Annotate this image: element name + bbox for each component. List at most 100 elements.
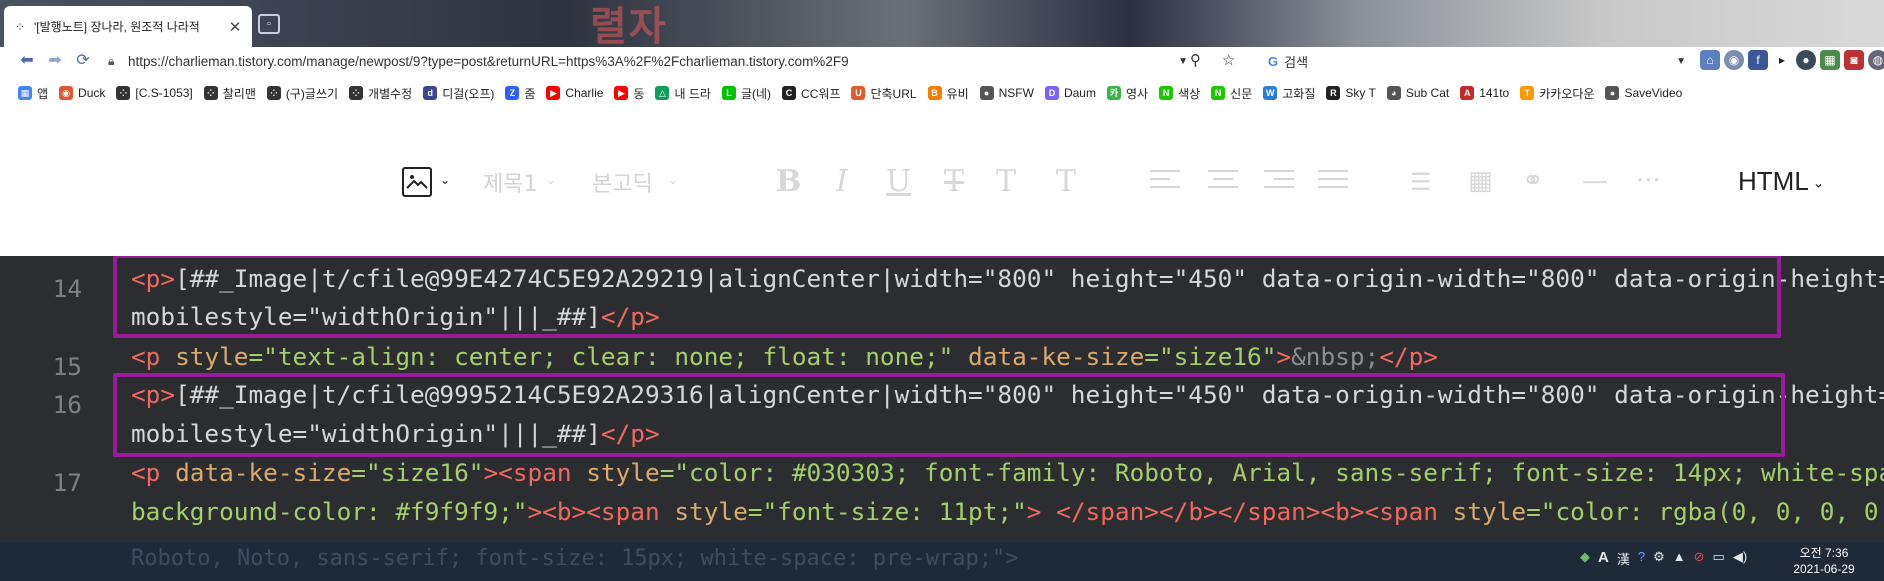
line-number-16: 16 — [52, 390, 82, 419]
background-banner-text: 렬자 — [590, 4, 668, 47]
bookmark-star-icon[interactable]: ☆ — [1222, 51, 1235, 69]
image-icon — [406, 175, 428, 189]
globe-icon[interactable]: ◉ — [1724, 50, 1744, 70]
bookmark-item[interactable]: R Sky T — [1326, 86, 1376, 100]
t-icon: T — [1520, 86, 1535, 100]
camera-ext-icon[interactable]: ◙ — [1844, 50, 1864, 70]
cat-icon: ◕ — [1386, 86, 1401, 100]
html-mode-label: HTML — [1738, 166, 1809, 196]
back-arrow-icon[interactable]: ⬅ — [14, 49, 40, 73]
bookmark-item[interactable]: 카 영사 — [1106, 85, 1149, 102]
active-tab[interactable]: ⁘ '[발행노트] 장나라, 원조적 나라적 ✕ — [4, 6, 252, 47]
insert-image-button[interactable] — [402, 167, 432, 197]
link-icon[interactable]: ⚭ — [1522, 166, 1544, 196]
tab-title: '[발행노트] 장나라, 원조적 나라적 — [34, 20, 200, 34]
bookmark-item[interactable]: d 디걸(오프) — [423, 85, 494, 102]
highlight-box-line-14 — [113, 256, 1781, 338]
bookmark-item[interactable]: ◕ Sub Cat — [1386, 86, 1449, 100]
bookmark-item[interactable]: T 카카오다운 — [1520, 85, 1594, 102]
url-dropdown-icon[interactable]: ▼ — [1178, 56, 1188, 67]
strikethrough-button[interactable]: T — [944, 164, 964, 199]
bookmark-item[interactable]: C CC워프 — [782, 85, 840, 102]
bookmark-item[interactable]: N 색상 — [1159, 85, 1200, 102]
bookmark-item[interactable]: ⁘ 개별수정 — [349, 85, 412, 102]
reload-icon[interactable]: ⟳ — [70, 49, 96, 73]
table-icon[interactable]: ▦ — [1468, 166, 1493, 196]
bookmark-label: 앱 — [37, 86, 49, 101]
system-clock[interactable]: 오전 7:36 2021-06-29 — [1784, 545, 1864, 577]
google-search-icon: G — [1268, 53, 1279, 69]
bookmark-label: 영사 — [1125, 86, 1149, 101]
dots-icon: ⁘ — [349, 86, 364, 100]
bookmark-label: NSFW — [998, 86, 1034, 100]
align-center-icon[interactable] — [1208, 170, 1238, 192]
bold-button[interactable]: B — [776, 164, 801, 199]
bookmark-item[interactable]: ⁘ (구)글쓰기 — [266, 85, 338, 102]
zoom-icon[interactable]: ⚲ — [1190, 51, 1201, 69]
bookmark-item[interactable]: ▶ Charlie — [546, 86, 603, 100]
volume-icon[interactable]: ◀) — [1733, 549, 1747, 568]
search-box[interactable]: G 검색 ▼ — [1268, 49, 1688, 73]
italic-button[interactable]: I — [836, 164, 848, 199]
bookmark-item[interactable]: N 신문 — [1211, 85, 1252, 102]
bookmark-item[interactable]: B 유비 — [927, 85, 969, 102]
grid-ext-icon[interactable]: ▦ — [1820, 50, 1840, 70]
text-color-button[interactable]: T — [996, 164, 1016, 199]
bookmark-item[interactable]: ⁘ [C.S-1053] — [116, 86, 193, 100]
bookmark-item[interactable]: ● SaveVideo — [1605, 86, 1682, 100]
bookmark-item[interactable]: △ 내 드라 — [655, 85, 711, 102]
bookmark-label: Charlie — [565, 86, 604, 100]
align-justify-icon[interactable] — [1318, 170, 1348, 192]
image-dropdown-chevron-icon[interactable]: ⌄ — [440, 173, 450, 187]
shield-icon[interactable]: ◆ — [1580, 549, 1590, 568]
ime-a-indicator[interactable]: A — [1598, 549, 1609, 568]
bookmarks-bar: ▦ 앱 ◉ Duck ⁘ [C.S-1053] ⁘ 찰리맨 ⁘ (구)글쓰기 ⁘ 개별수정 d 디걸(오프… — [0, 80, 1884, 106]
list-icon[interactable]: ☰ — [1410, 168, 1432, 196]
close-tab-icon[interactable]: ✕ — [226, 18, 244, 36]
forward-arrow-icon[interactable]: ➡ — [42, 49, 68, 73]
bookmark-item[interactable]: ◉ Duck — [59, 86, 105, 100]
bookmark-item[interactable]: W 고화질 — [1263, 85, 1315, 102]
bookmark-item[interactable]: U 단축URL — [851, 85, 917, 102]
bookmark-label: 유비 — [946, 86, 969, 101]
heading-select[interactable]: 제목1 — [483, 166, 537, 198]
tray-overflow-icon[interactable]: ▲ — [1673, 549, 1686, 568]
bookmark-item[interactable]: ⁘ 찰리맨 — [203, 85, 256, 102]
bookmark-item[interactable]: A 141to — [1460, 86, 1509, 100]
bookmark-item[interactable]: ▶ 동 — [614, 85, 644, 102]
bookmark-item[interactable]: D Daum — [1044, 86, 1096, 100]
search-dropdown-icon[interactable]: ▼ — [1676, 56, 1686, 67]
more-icon[interactable]: ··· — [1636, 166, 1661, 196]
address-bar[interactable]: 🔒︎ https://charlieman.tistory.com/manage… — [108, 49, 1188, 73]
divider-icon[interactable]: — — [1582, 166, 1608, 196]
system-tray: ◆ A 漢 ? ⚙ ▲ ⊘ ▭ ◀) — [1580, 549, 1747, 568]
bookmark-item[interactable]: L 글(네) — [721, 85, 771, 102]
browser-toolbar: ⬅ ➡ ⟳ 🔒︎ https://charlieman.tistory.com/… — [0, 47, 1884, 75]
align-left-icon[interactable] — [1150, 170, 1180, 192]
align-right-icon[interactable] — [1264, 170, 1294, 192]
bookmark-label: Daum — [1063, 86, 1096, 100]
ime-hanja-indicator[interactable]: 漢 — [1617, 549, 1630, 568]
home-icon[interactable]: ⌂ — [1700, 50, 1720, 70]
daum-icon: D — [1044, 86, 1059, 100]
html-code-editor[interactable]: 14 <p>[##_Image|t/cfile@99E4274C5E92A292… — [0, 256, 1884, 542]
new-tab-icon[interactable]: ▫ — [258, 14, 280, 34]
dcinside-icon: d — [423, 86, 438, 100]
settings-icon[interactable]: ⚙ — [1653, 549, 1665, 568]
bookmark-item[interactable]: ● NSFW — [979, 86, 1034, 100]
clock-time: 오전 7:36 — [1799, 546, 1849, 560]
font-select[interactable]: 본고딕 — [592, 166, 653, 198]
play-icon[interactable]: ▸ — [1772, 50, 1792, 70]
facebook-icon[interactable]: f — [1748, 50, 1768, 70]
help-icon[interactable]: ? — [1638, 549, 1645, 568]
bookmark-item[interactable]: ▦ 앱 — [18, 85, 48, 102]
network-icon[interactable]: ▭ — [1713, 549, 1725, 568]
lock-icon: 🔒︎ — [108, 53, 115, 68]
circle-ext-icon[interactable]: ● — [1796, 50, 1816, 70]
background-color-button[interactable]: T — [1056, 164, 1076, 199]
bookmark-item[interactable]: Z줌 — [505, 85, 535, 102]
underline-button[interactable]: U — [886, 164, 911, 199]
notification-block-icon[interactable]: ⊘ — [1694, 549, 1705, 568]
html-mode-button[interactable]: HTML ⌄ — [1738, 166, 1824, 197]
profile-icon[interactable]: ◍ — [1868, 50, 1884, 70]
